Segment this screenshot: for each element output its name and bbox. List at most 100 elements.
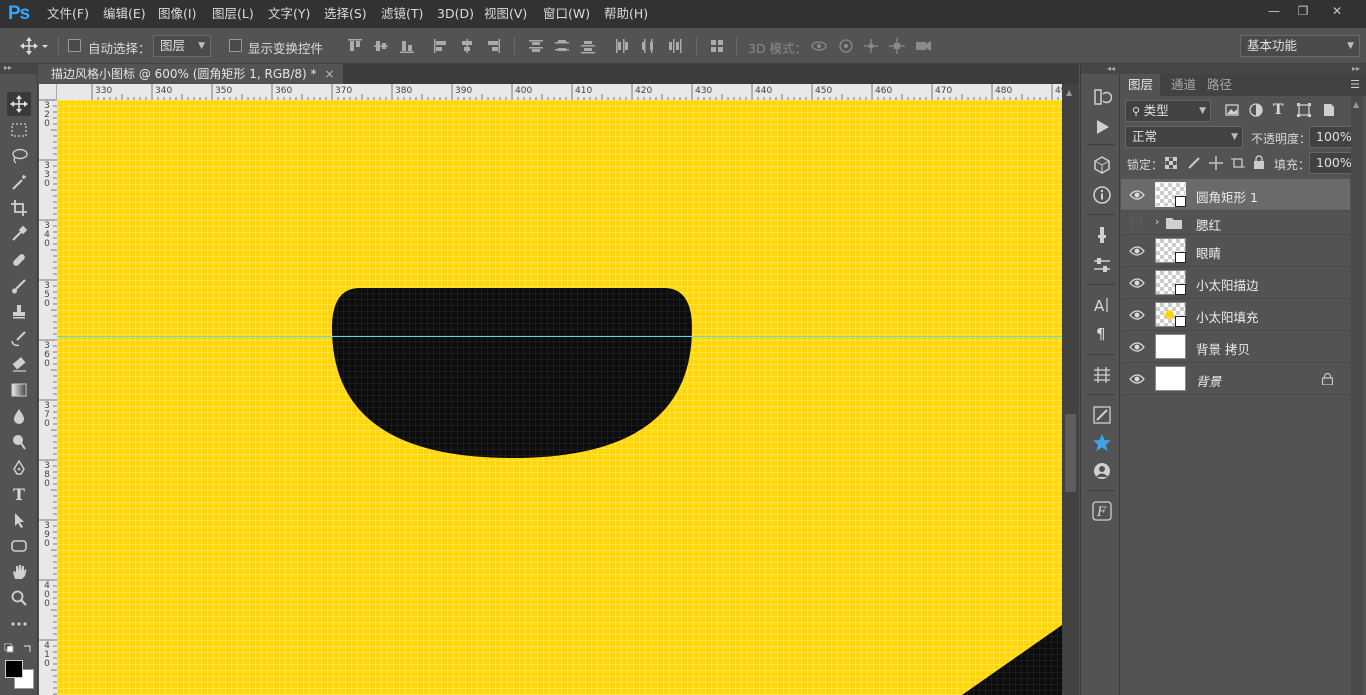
layer-row[interactable]: 眼睛 (1121, 235, 1350, 267)
hand-tool-icon[interactable] (7, 560, 31, 584)
distribute-right-icon[interactable] (666, 38, 682, 54)
paragraph-panel-icon[interactable]: ¶ (1091, 322, 1113, 344)
eye-icon[interactable] (1129, 188, 1145, 202)
eye-icon[interactable] (1129, 244, 1145, 258)
layer-name[interactable]: 小太阳描边 (1196, 275, 1259, 294)
layer-name[interactable]: 圆角矩形 1 (1196, 187, 1258, 206)
filter-pixel-icon[interactable] (1225, 103, 1239, 120)
rectangle-tool-icon[interactable] (7, 534, 31, 558)
filter-shape-icon[interactable] (1297, 103, 1311, 120)
layer-name[interactable]: 腮红 (1196, 215, 1221, 234)
brush-tool-icon[interactable] (7, 274, 31, 298)
tab-layers[interactable]: 图层 (1121, 74, 1161, 96)
close-button[interactable]: ✕ (1322, 2, 1352, 20)
menu-help[interactable]: 帮助(H) (604, 0, 648, 28)
move-tool-icon[interactable] (7, 92, 31, 116)
history-panel-icon[interactable] (1091, 86, 1113, 108)
pen-tool-icon[interactable] (7, 456, 31, 480)
blur-tool-icon[interactable] (7, 404, 31, 428)
close-icon[interactable]: × (325, 64, 335, 84)
foreground-color-swatch[interactable] (5, 660, 23, 678)
layer-group-row[interactable]: › 腮红 (1121, 211, 1350, 235)
collapse-dock-icon[interactable]: ◂◂ (1081, 64, 1121, 74)
menu-3d[interactable]: 3D(D) (437, 0, 474, 28)
tool-presets-icon[interactable] (1091, 404, 1113, 426)
document-tab[interactable]: 描边风格小图标 @ 600% (圆角矩形 1, RGB/8) * × (39, 64, 343, 84)
filter-type-icon[interactable]: T (1273, 102, 1283, 118)
workspace-dropdown[interactable]: 基本功能 ▼ (1240, 35, 1360, 57)
dodge-tool-icon[interactable] (7, 430, 31, 454)
eye-icon[interactable] (1129, 340, 1145, 354)
filter-adjustment-icon[interactable] (1249, 103, 1263, 120)
more-tools-icon[interactable] (7, 612, 31, 636)
scroll-up-icon[interactable]: ▲ (1066, 88, 1072, 97)
auto-select-checkbox[interactable] (68, 39, 81, 52)
3d-panel-icon[interactable] (1091, 154, 1113, 176)
align-hcenter-icon[interactable] (459, 38, 475, 54)
character-panel-icon[interactable]: A (1091, 294, 1113, 316)
horizontal-ruler[interactable]: 330 340 350 360 370 380 390 400 410 420 … (57, 84, 1062, 100)
styles-panel-icon[interactable]: F (1091, 500, 1113, 522)
adjustments-panel-icon[interactable] (1091, 254, 1113, 276)
distribute-bottom-icon[interactable] (580, 38, 596, 54)
menu-window[interactable]: 窗口(W) (543, 0, 590, 28)
auto-select-target-dropdown[interactable]: 图层 ▼ (153, 35, 211, 57)
menu-filter[interactable]: 滤镜(T) (381, 0, 423, 28)
layer-row[interactable]: 圆角矩形 1 (1121, 179, 1350, 211)
restore-button[interactable]: ❐ (1288, 2, 1318, 20)
history-brush-tool-icon[interactable] (7, 326, 31, 350)
blend-mode-dropdown[interactable]: 正常 ▼ (1125, 126, 1243, 148)
distribute-hcenter-icon[interactable] (640, 38, 656, 54)
menu-image[interactable]: 图像(I) (158, 0, 196, 28)
guide-line[interactable] (57, 336, 1062, 337)
lock-transparent-icon[interactable] (1164, 156, 1178, 172)
eraser-tool-icon[interactable] (7, 352, 31, 376)
distribute-left-icon[interactable] (614, 38, 630, 54)
align-right-icon[interactable] (485, 38, 501, 54)
gradient-tool-icon[interactable] (7, 378, 31, 402)
layer-row[interactable]: 小太阳描边 (1121, 267, 1350, 299)
panel-menu-icon[interactable]: ☰ (1350, 78, 1360, 91)
auto-align-layers-icon[interactable] (709, 38, 725, 54)
layers-scrollbar[interactable]: ▲ (1351, 96, 1363, 695)
zoom-tool-icon[interactable] (7, 586, 31, 610)
lock-artboard-icon[interactable] (1231, 156, 1245, 173)
align-left-icon[interactable] (433, 38, 449, 54)
crop-tool-icon[interactable] (7, 196, 31, 220)
layer-name[interactable]: 背景 (1196, 371, 1221, 390)
layer-filter-dropdown[interactable]: ⚲ 类型 ▼ (1125, 100, 1211, 122)
collapse-toolbar-icon[interactable]: ▸▸ (0, 64, 38, 74)
actions-panel-icon[interactable] (1091, 116, 1113, 138)
canvas-scrollbar[interactable]: ▲ (1062, 84, 1079, 695)
distribute-top-icon[interactable] (528, 38, 544, 54)
layer-name[interactable]: 眼睛 (1196, 243, 1221, 262)
layer-row[interactable]: 背景 拷贝 (1121, 331, 1350, 363)
tab-paths[interactable]: 路径 (1200, 74, 1239, 96)
menu-layer[interactable]: 图层(L) (212, 0, 254, 28)
magic-wand-tool-icon[interactable] (7, 170, 31, 194)
lock-position-icon[interactable] (1209, 156, 1223, 173)
lock-all-icon[interactable] (1253, 155, 1265, 172)
ruler-origin[interactable] (39, 84, 57, 100)
layer-name[interactable]: 小太阳填充 (1196, 307, 1259, 326)
layer-name[interactable]: 背景 拷贝 (1196, 339, 1250, 358)
lock-brush-icon[interactable] (1187, 156, 1201, 173)
collapse-panel-icon[interactable]: ▸▸ (1121, 64, 1366, 74)
clone-stamp-tool-icon[interactable] (7, 300, 31, 324)
distribute-vcenter-icon[interactable] (554, 38, 570, 54)
mouth-shape[interactable] (332, 288, 692, 458)
glyphs-panel-icon[interactable] (1091, 364, 1113, 386)
brush-settings-icon[interactable] (1091, 224, 1113, 246)
info-panel-icon[interactable] (1091, 184, 1113, 206)
scrollbar-thumb[interactable] (1065, 414, 1076, 492)
type-tool-icon[interactable]: T (7, 482, 31, 506)
menu-view[interactable]: 视图(V) (484, 0, 527, 28)
layer-row[interactable]: 背景 (1121, 363, 1350, 395)
eye-icon[interactable] (1129, 372, 1145, 386)
chevron-right-icon[interactable]: › (1155, 215, 1159, 228)
eyedropper-tool-icon[interactable] (7, 222, 31, 246)
filter-smart-object-icon[interactable] (1321, 103, 1335, 120)
menu-select[interactable]: 选择(S) (324, 0, 367, 28)
libraries-star-icon[interactable] (1091, 432, 1113, 454)
menu-edit[interactable]: 编辑(E) (103, 0, 146, 28)
